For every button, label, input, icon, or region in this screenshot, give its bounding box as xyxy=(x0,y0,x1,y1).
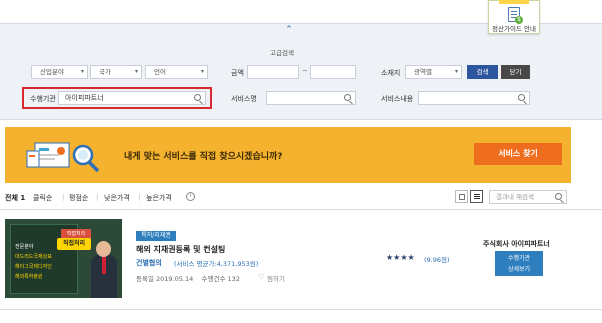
category-select[interactable]: 산업분야 ▾ xyxy=(31,65,88,79)
banner-text: 내게 맞는 서비스를 직접 찾으시겠습니까? xyxy=(124,152,283,162)
in-result-placeholder: 결과내 재검색 xyxy=(496,193,534,201)
total-count: 전체 1 xyxy=(5,194,26,202)
region-select-value: 광역별 xyxy=(414,68,432,76)
sort-separator: | xyxy=(138,193,141,201)
chevron-down-icon: ▾ xyxy=(200,68,204,75)
service-name-label: 서비스명 xyxy=(231,95,257,103)
thumbnail-bubble: 직접처리 xyxy=(57,238,91,250)
thumbnail-line: 해이그국제디자인 xyxy=(15,264,52,270)
country-select-value: 국가 xyxy=(99,68,111,76)
search-icon[interactable] xyxy=(344,94,351,101)
advanced-search-title: 고급검색 xyxy=(270,49,294,57)
grid-view-icon[interactable] xyxy=(455,190,468,203)
chevron-down-icon: ▾ xyxy=(80,68,84,75)
agency-input-value: 아이피파트너 xyxy=(65,94,104,102)
price-to-input[interactable] xyxy=(310,65,356,79)
reg-date: 등록일 2019.05.14 xyxy=(136,275,194,283)
sort-separator: | xyxy=(62,193,65,201)
perform-count: 수행건수 132 xyxy=(201,275,240,283)
thumbnail-person xyxy=(91,241,117,298)
service-thumbnail[interactable]: 직접처리 직접처리 전문분야 마드리드국제상표 해이그국제디자인 해외특허출원 xyxy=(5,219,122,298)
price-from-input[interactable] xyxy=(247,65,299,79)
list-view-icon[interactable] xyxy=(470,190,483,203)
chevron-down-icon: ▾ xyxy=(454,68,458,75)
rating-stars: ★★★★ xyxy=(386,253,415,262)
search-icon[interactable] xyxy=(518,94,525,101)
find-service-button[interactable]: 서비스 찾기 xyxy=(474,143,562,165)
in-result-search-input[interactable]: 결과내 재검색 xyxy=(489,190,567,204)
detail-button-line2: 상세보기 xyxy=(507,266,531,273)
agency-input[interactable]: 아이피파트너 xyxy=(58,91,206,105)
search-icon[interactable] xyxy=(194,94,201,101)
service-finder-banner: 내게 맞는 서비스를 직접 찾으시겠습니까? 서비스 찾기 xyxy=(5,127,571,183)
sort-rating[interactable]: 평점순 xyxy=(69,193,88,203)
service-title[interactable]: 해외 지재권등록 및 컨설팅 xyxy=(136,244,225,255)
seller-name: 주식회사 아이피파트너 xyxy=(483,240,550,248)
banner-illustration xyxy=(26,142,100,173)
rating-score: (9.96점) xyxy=(424,256,450,264)
service-content-label: 서비스내용 xyxy=(381,95,414,103)
country-select[interactable]: 국가 ▾ xyxy=(90,65,142,79)
region-label: 소재지 xyxy=(381,69,401,77)
price-label: 금액 xyxy=(231,69,244,77)
thumbnail-line: 해외특허출원 xyxy=(15,274,43,280)
settlement-guide-button[interactable]: $ 정산가이드 안내 xyxy=(488,0,540,34)
document-icon: $ xyxy=(508,7,523,24)
sort-separator: | xyxy=(96,193,99,201)
info-icon[interactable]: i xyxy=(186,192,195,201)
language-select[interactable]: 언어 ▾ xyxy=(145,65,208,79)
agency-detail-button[interactable]: 수행기관 상세보기 xyxy=(495,251,543,276)
language-select-value: 언어 xyxy=(154,68,166,76)
heart-icon[interactable]: ♡ xyxy=(258,273,264,281)
category-tag: 특허/지재권 xyxy=(136,231,176,241)
service-name-input[interactable] xyxy=(266,91,356,105)
guide-label: 정산가이드 안내 xyxy=(492,25,536,33)
favorite-label[interactable]: 찜하기 xyxy=(267,273,285,283)
thumbnail-line: 전문분야 xyxy=(15,244,34,250)
detail-button-line1: 수행기관 xyxy=(507,255,531,262)
sort-high-price[interactable]: 높은가격 xyxy=(146,193,172,203)
service-content-input[interactable] xyxy=(418,91,530,105)
guide-tab-decoration xyxy=(499,0,529,4)
sort-clicks[interactable]: 클릭순 xyxy=(33,193,52,203)
price-separator: ~ xyxy=(302,67,308,75)
search-button[interactable]: 검색 xyxy=(467,65,498,79)
search-icon[interactable] xyxy=(555,193,562,200)
divider xyxy=(0,309,602,310)
close-button[interactable]: 닫기 xyxy=(501,65,530,79)
thumbnail-line: 마드리드국제상표 xyxy=(15,254,52,260)
average-price: (서비스 평균가:4,371,953원) xyxy=(174,260,259,268)
registration-meta: 등록일 2019.05.14 수행건수 132 xyxy=(136,273,240,283)
sort-low-price[interactable]: 낮은가격 xyxy=(104,193,130,203)
region-select[interactable]: 광역별 ▾ xyxy=(405,65,462,79)
chevron-down-icon: ▾ xyxy=(134,68,138,75)
category-select-value: 산업분야 xyxy=(40,68,64,76)
price-type: 건별협의 xyxy=(136,259,162,267)
agency-label: 수행기관 xyxy=(30,95,56,103)
sort-bar: 전체 1 클릭순 | 평점순 | 낮은가격 | 높은가격 i 결과내 재검색 xyxy=(0,188,602,210)
chevron-up-icon[interactable]: ⌃ xyxy=(278,25,300,37)
